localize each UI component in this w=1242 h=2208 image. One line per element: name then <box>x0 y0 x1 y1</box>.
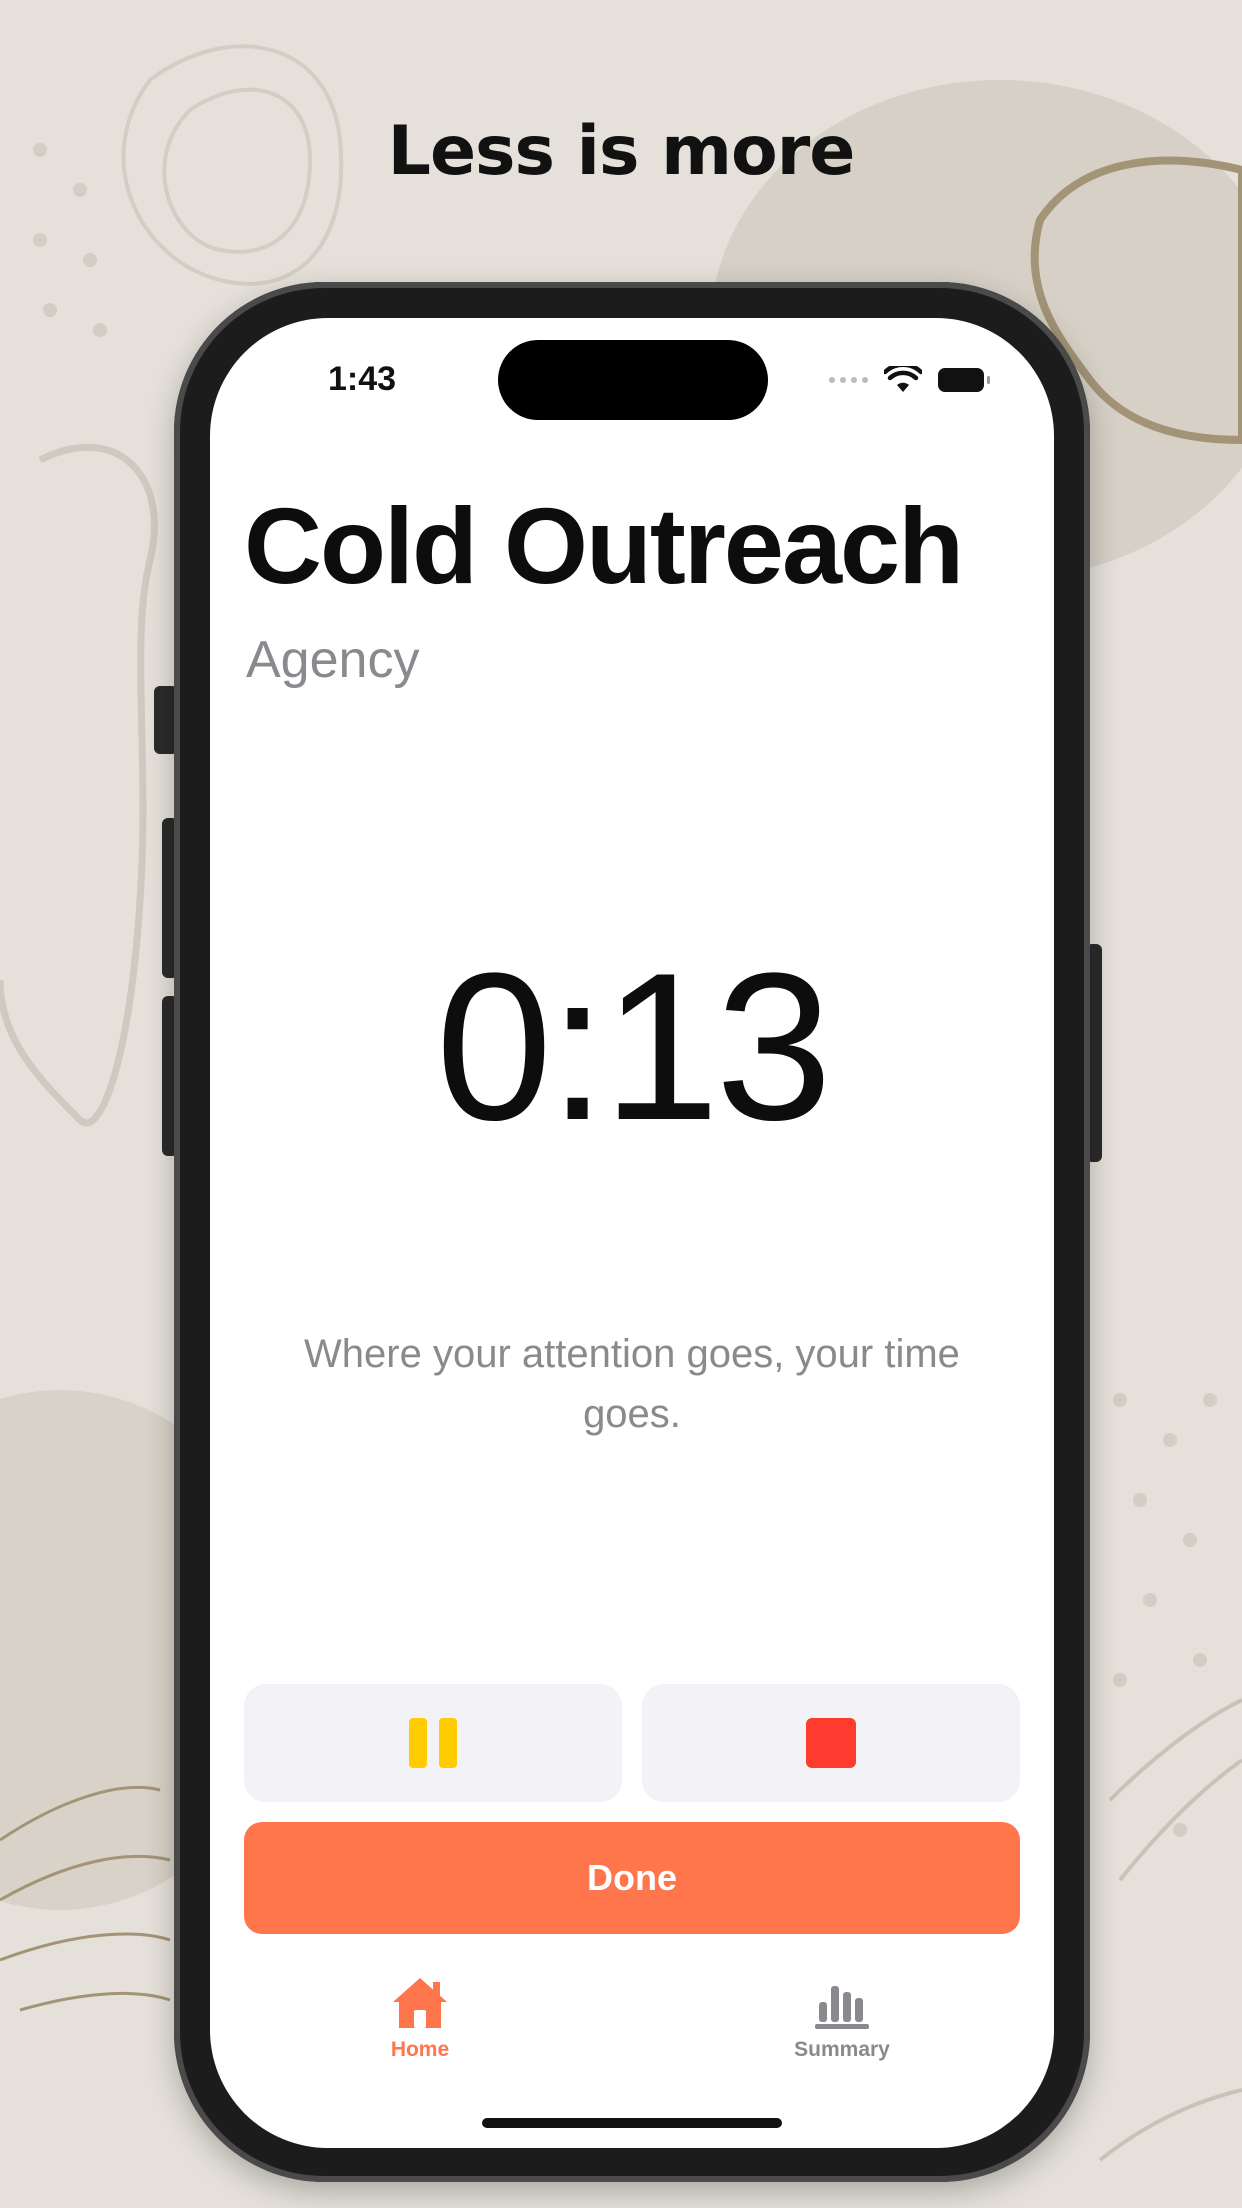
headline: Less is more <box>387 112 856 191</box>
tab-summary-label: Summary <box>794 2038 890 2061</box>
bar-chart-icon <box>815 1986 869 2029</box>
pause-button[interactable] <box>244 1684 622 1802</box>
stop-icon <box>806 1718 856 1768</box>
battery-icon <box>938 368 990 392</box>
home-indicator <box>482 2118 782 2128</box>
status-icons <box>829 366 990 394</box>
elapsed-timer: 0:13 <box>435 929 833 1164</box>
pause-icon <box>409 1718 457 1768</box>
tab-home-label: Home <box>390 2038 450 2061</box>
phone-screen: 1:43 Cold Outreach Agency 0:13 Where you… <box>210 318 1054 2148</box>
wifi-icon <box>884 366 922 392</box>
dynamic-island <box>498 340 768 420</box>
motivational-quote: Where your attention goes, your time goe… <box>304 1332 960 1436</box>
status-time: 1:43 <box>328 360 397 398</box>
tab-summary[interactable]: Summary <box>742 1976 942 2062</box>
cellular-signal-icon <box>829 377 868 383</box>
home-icon <box>393 1978 447 2028</box>
stop-button[interactable] <box>642 1684 1020 1802</box>
tab-home[interactable]: Home <box>320 1976 520 2062</box>
done-button[interactable]: Done <box>244 1822 1020 1934</box>
task-category: Agency <box>246 631 420 689</box>
task-title: Cold Outreach <box>244 485 964 606</box>
